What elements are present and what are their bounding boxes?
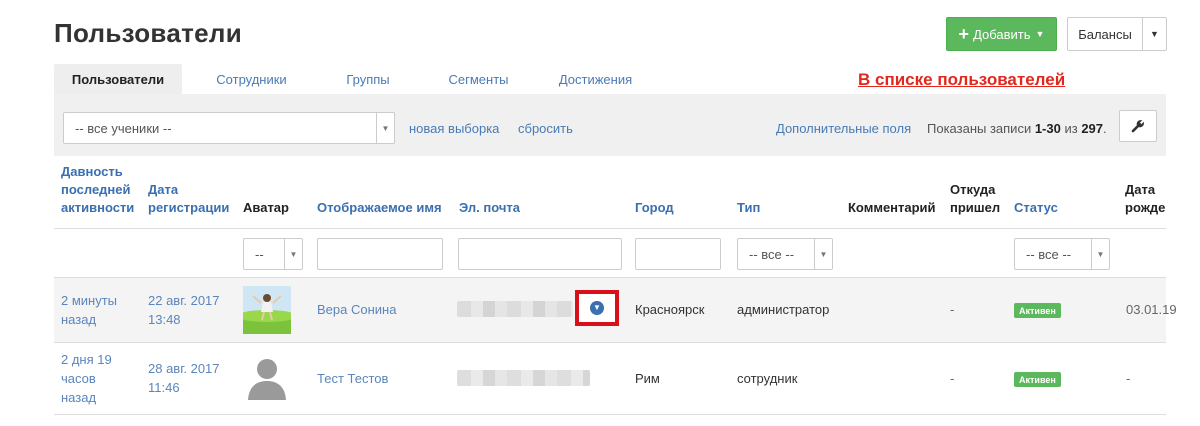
wrench-icon xyxy=(1131,120,1144,133)
tab-groups[interactable]: Группы xyxy=(321,64,415,94)
column-header-display-name[interactable]: Отображаемое имя xyxy=(317,199,442,217)
row-type: сотрудник xyxy=(737,371,798,386)
row-city: Красноярск xyxy=(635,302,705,317)
reset-link[interactable]: сбросить xyxy=(518,121,573,136)
row-registered: 28 авг. 2017 11:46 xyxy=(148,361,220,395)
column-header-avatar: Аватар xyxy=(243,200,289,215)
type-filter-select[interactable]: -- все -- ▼ xyxy=(737,238,833,270)
balances-button[interactable]: Балансы xyxy=(1067,17,1143,51)
column-header-comment: Комментарий xyxy=(848,200,936,215)
annotation-label: В списке пользователей xyxy=(858,70,1066,89)
balances-dropdown-toggle[interactable]: ▼ xyxy=(1142,17,1167,51)
column-header-status[interactable]: Статус xyxy=(1014,199,1058,217)
chevron-down-circle-icon: ▼ xyxy=(590,301,604,315)
column-header-email[interactable]: Эл. почта xyxy=(459,199,520,217)
chevron-down-icon: ▼ xyxy=(814,239,832,269)
new-selection-link[interactable]: новая выборка xyxy=(409,121,499,136)
records-total: 297 xyxy=(1081,121,1104,136)
city-filter-input[interactable] xyxy=(635,238,721,270)
avatar xyxy=(243,286,291,334)
row-display-name-link[interactable]: Тест Тестов xyxy=(317,369,388,388)
row-activity: 2 минуты назад xyxy=(61,293,118,327)
column-header-source: Откуда пришел xyxy=(950,182,1001,215)
page-title: Пользователи xyxy=(54,18,242,48)
extra-fields-link[interactable]: Дополнительные поля xyxy=(776,121,911,136)
records-range: 1-30 xyxy=(1034,121,1061,136)
tab-bar: Пользователи Сотрудники Группы Сегменты … xyxy=(54,64,649,94)
user-photo-icon xyxy=(243,286,291,334)
avatar xyxy=(243,352,291,400)
row-source: - xyxy=(950,371,955,386)
status-filter-select[interactable]: -- все -- ▼ xyxy=(1014,238,1110,270)
row-city: Рим xyxy=(635,371,660,386)
row-divider xyxy=(54,414,1166,415)
tab-staff[interactable]: Сотрудники xyxy=(182,64,321,94)
redacted-email xyxy=(457,301,573,317)
add-button-label: Добавить xyxy=(973,26,1031,42)
column-header-city[interactable]: Город xyxy=(635,199,674,217)
tab-users[interactable]: Пользователи xyxy=(54,64,182,94)
student-filter-select[interactable]: -- все ученики -- ▼ xyxy=(63,112,395,144)
settings-button[interactable] xyxy=(1119,110,1157,142)
row-activity: 2 дня 19 часов назад xyxy=(61,352,112,405)
email-actions-highlight[interactable]: ▼ xyxy=(575,290,619,326)
avatar-filter-select[interactable]: -- ▼ xyxy=(243,238,303,270)
redacted-email xyxy=(457,370,590,386)
column-header-registered[interactable]: Дата регистрации xyxy=(148,181,229,217)
column-header-activity[interactable]: Давность последней активности xyxy=(61,163,134,217)
row-source: - xyxy=(950,302,955,317)
row-display-name-link[interactable]: Вера Сонина xyxy=(317,300,396,319)
row-birthdate: 03.01.19 xyxy=(1126,302,1177,317)
tab-achievements[interactable]: Достижения xyxy=(542,64,649,94)
email-filter-input[interactable] xyxy=(458,238,622,270)
chevron-down-icon: ▼ xyxy=(1091,239,1109,269)
row-type: администратор xyxy=(737,302,830,317)
column-header-birthdate: Дата рожде xyxy=(1125,182,1166,215)
row-registered: 22 авг. 2017 13:48 xyxy=(148,293,220,327)
records-shown-text: Показаны записи 1-30 из 297. xyxy=(927,121,1107,136)
user-placeholder-icon xyxy=(243,352,291,400)
status-badge: Активен xyxy=(1014,303,1061,318)
row-birthdate: - xyxy=(1126,371,1131,386)
plus-icon: + xyxy=(958,24,970,44)
caret-down-icon: ▼ xyxy=(1035,29,1045,39)
filter-bar: -- все ученики -- ▼ новая выборка сброси… xyxy=(54,94,1166,156)
caret-down-icon: ▼ xyxy=(1150,29,1159,39)
student-filter-value: -- все ученики -- xyxy=(75,120,172,136)
chevron-down-icon: ▼ xyxy=(376,113,394,143)
chevron-down-icon: ▼ xyxy=(284,239,302,269)
tab-segments[interactable]: Сегменты xyxy=(415,64,542,94)
column-header-type[interactable]: Тип xyxy=(737,199,760,217)
status-badge: Активен xyxy=(1014,372,1061,387)
row-divider xyxy=(54,342,1166,343)
add-button[interactable]: + Добавить ▼ xyxy=(946,17,1057,51)
header-divider xyxy=(54,228,1166,229)
name-filter-input[interactable] xyxy=(317,238,443,270)
